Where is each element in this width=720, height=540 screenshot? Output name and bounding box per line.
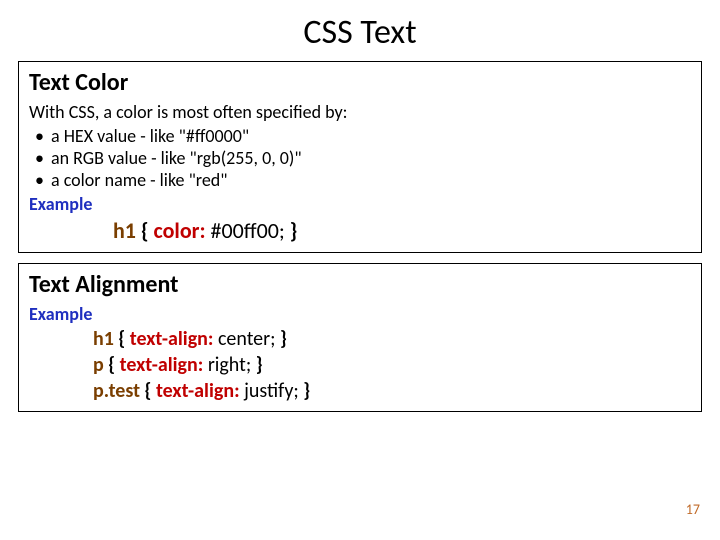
code-property: text-align:: [156, 379, 240, 403]
code-brace-close: }: [290, 217, 298, 244]
heading-text-color: Text Color: [29, 68, 691, 97]
code-selector: p: [93, 353, 104, 377]
code-brace-close: }: [280, 327, 287, 351]
code-selector: h1: [113, 217, 136, 244]
code-property: color:: [153, 217, 205, 244]
code-selector: p.test: [93, 379, 140, 403]
slide-title: CSS Text: [18, 12, 702, 53]
bullet-item: an RGB value - like "rgb(255, 0, 0)": [29, 147, 691, 169]
code-property: text-align:: [120, 353, 204, 377]
code-example-line: h1 { text-align: center; }: [93, 327, 691, 351]
bullet-list: a HEX value - like "#ff0000" an RGB valu…: [29, 125, 691, 191]
code-brace-open: {: [140, 379, 156, 403]
code-block: h1 { text-align: center; } p { text-alig…: [29, 327, 691, 403]
code-example-line: h1 { color: #00ff00; }: [113, 217, 691, 244]
code-value: #00ff00;: [206, 217, 290, 244]
intro-text: With CSS, a color is most often specifie…: [29, 101, 691, 123]
code-selector: h1: [93, 327, 114, 351]
heading-text-alignment: Text Alignment: [29, 270, 691, 299]
code-value: justify;: [240, 379, 304, 403]
code-value: center;: [213, 327, 280, 351]
bullet-item: a HEX value - like "#ff0000": [29, 125, 691, 147]
code-brace-open: {: [136, 217, 154, 244]
code-brace-close: }: [256, 353, 263, 377]
code-brace-open: {: [114, 327, 130, 351]
code-value: right;: [203, 353, 255, 377]
example-label: Example: [29, 303, 691, 325]
bullet-item: a color name - like "red": [29, 169, 691, 191]
code-example-line: p { text-align: right; }: [93, 353, 691, 377]
code-brace-close: }: [303, 379, 310, 403]
section-text-alignment: Text Alignment Example h1 { text-align: …: [18, 263, 702, 412]
code-property: text-align:: [130, 327, 214, 351]
section-text-color: Text Color With CSS, a color is most oft…: [18, 61, 702, 253]
code-brace-open: {: [104, 353, 120, 377]
page-number: 17: [686, 501, 700, 518]
example-label: Example: [29, 193, 691, 215]
slide: CSS Text Text Color With CSS, a color is…: [0, 0, 720, 540]
code-example-line: p.test { text-align: justify; }: [93, 379, 691, 403]
